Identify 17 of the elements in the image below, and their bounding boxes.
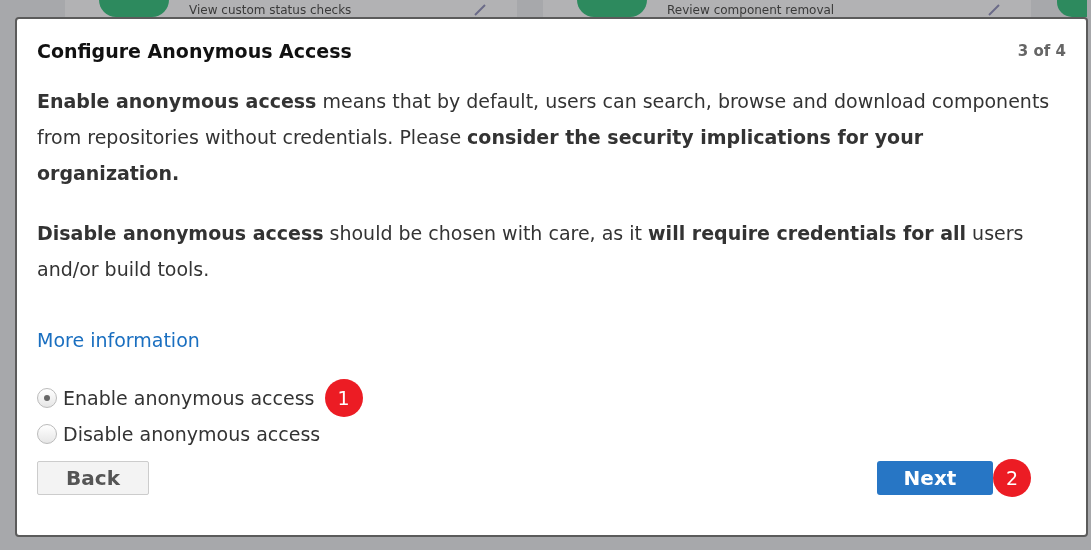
number-badge: 1 — [324, 379, 363, 417]
paragraph: Enable anonymous access means that by default, users can search, browse and download components from repositories without credentials. Please consider the security implications for your organization. — [37, 89, 1051, 186]
radio-label[interactable]: Disable anonymous access — [63, 423, 321, 445]
step-counter: 3 of 4 — [1017, 42, 1066, 60]
pencil-icon — [473, 3, 487, 17]
pencil-icon — [987, 3, 1001, 17]
number-badge: 2 — [993, 459, 1031, 497]
more-information-link[interactable]: More information — [37, 329, 200, 351]
radio-button[interactable] — [37, 388, 57, 408]
next-button[interactable]: Next — [877, 461, 993, 495]
dialog-title: Configure Anonymous Access — [37, 40, 352, 62]
radio-label[interactable]: Enable anonymous access — [63, 387, 315, 409]
card-description: View custom status checks — [189, 3, 353, 17]
radio-button[interactable] — [37, 424, 57, 444]
paragraph: Disable anonymous access should be chosen with care, as it will require credentials for all users and/or build tools. — [37, 221, 1025, 282]
back-button[interactable]: Back — [37, 461, 149, 495]
card-description: Review component removal — [667, 3, 836, 17]
